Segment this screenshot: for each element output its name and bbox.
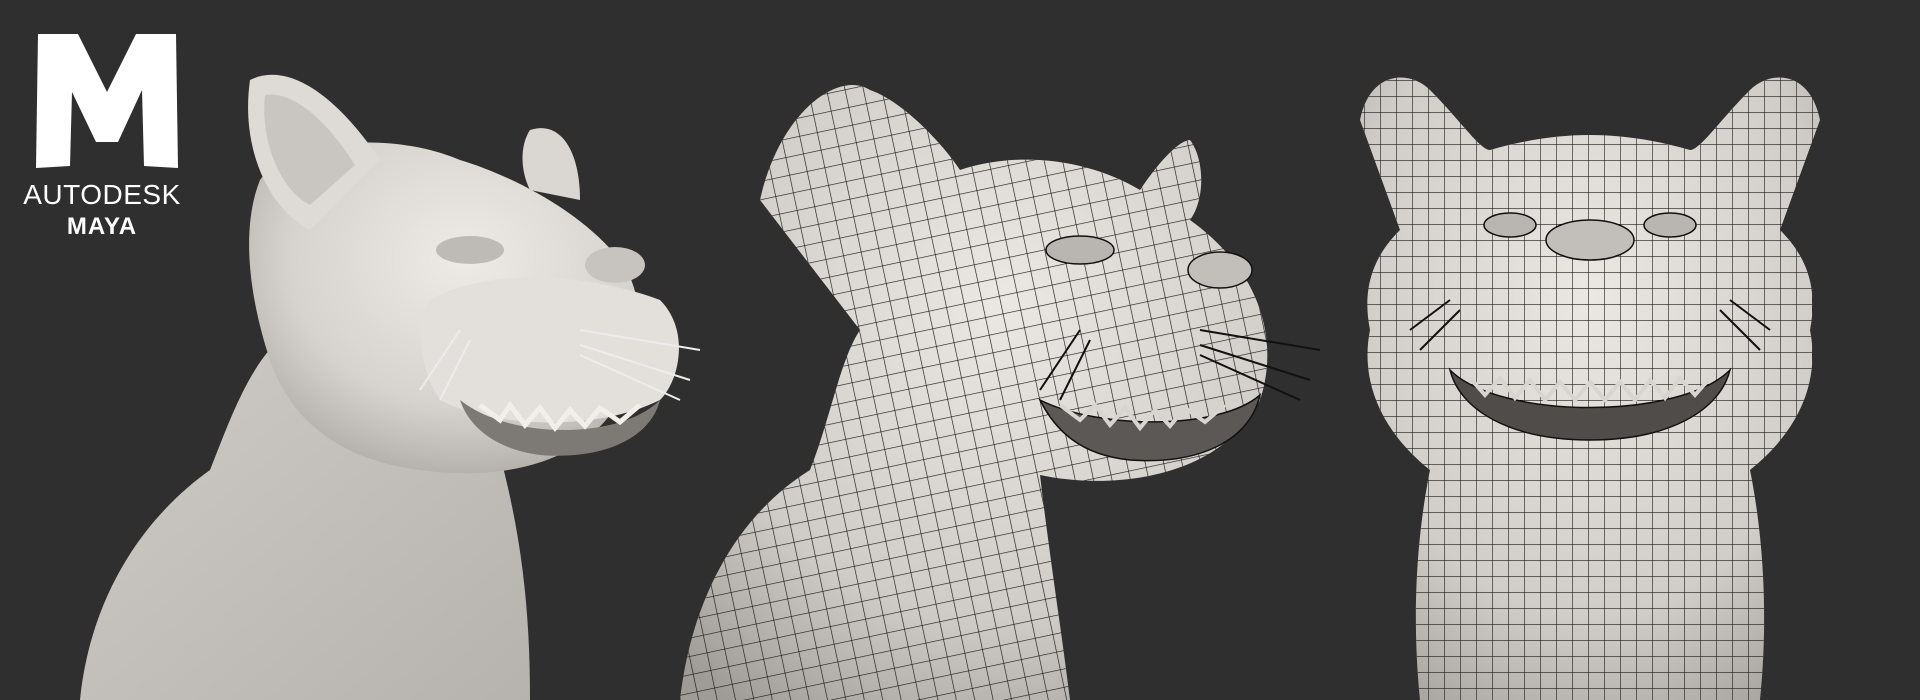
wireframe-front-dog-render: [1300, 0, 1860, 700]
wireframe-side-dog-render: [660, 0, 1320, 700]
smooth-shaded-dog-render: [60, 0, 720, 700]
viewport-scene: AUTODESK MAYA: [0, 0, 1920, 700]
